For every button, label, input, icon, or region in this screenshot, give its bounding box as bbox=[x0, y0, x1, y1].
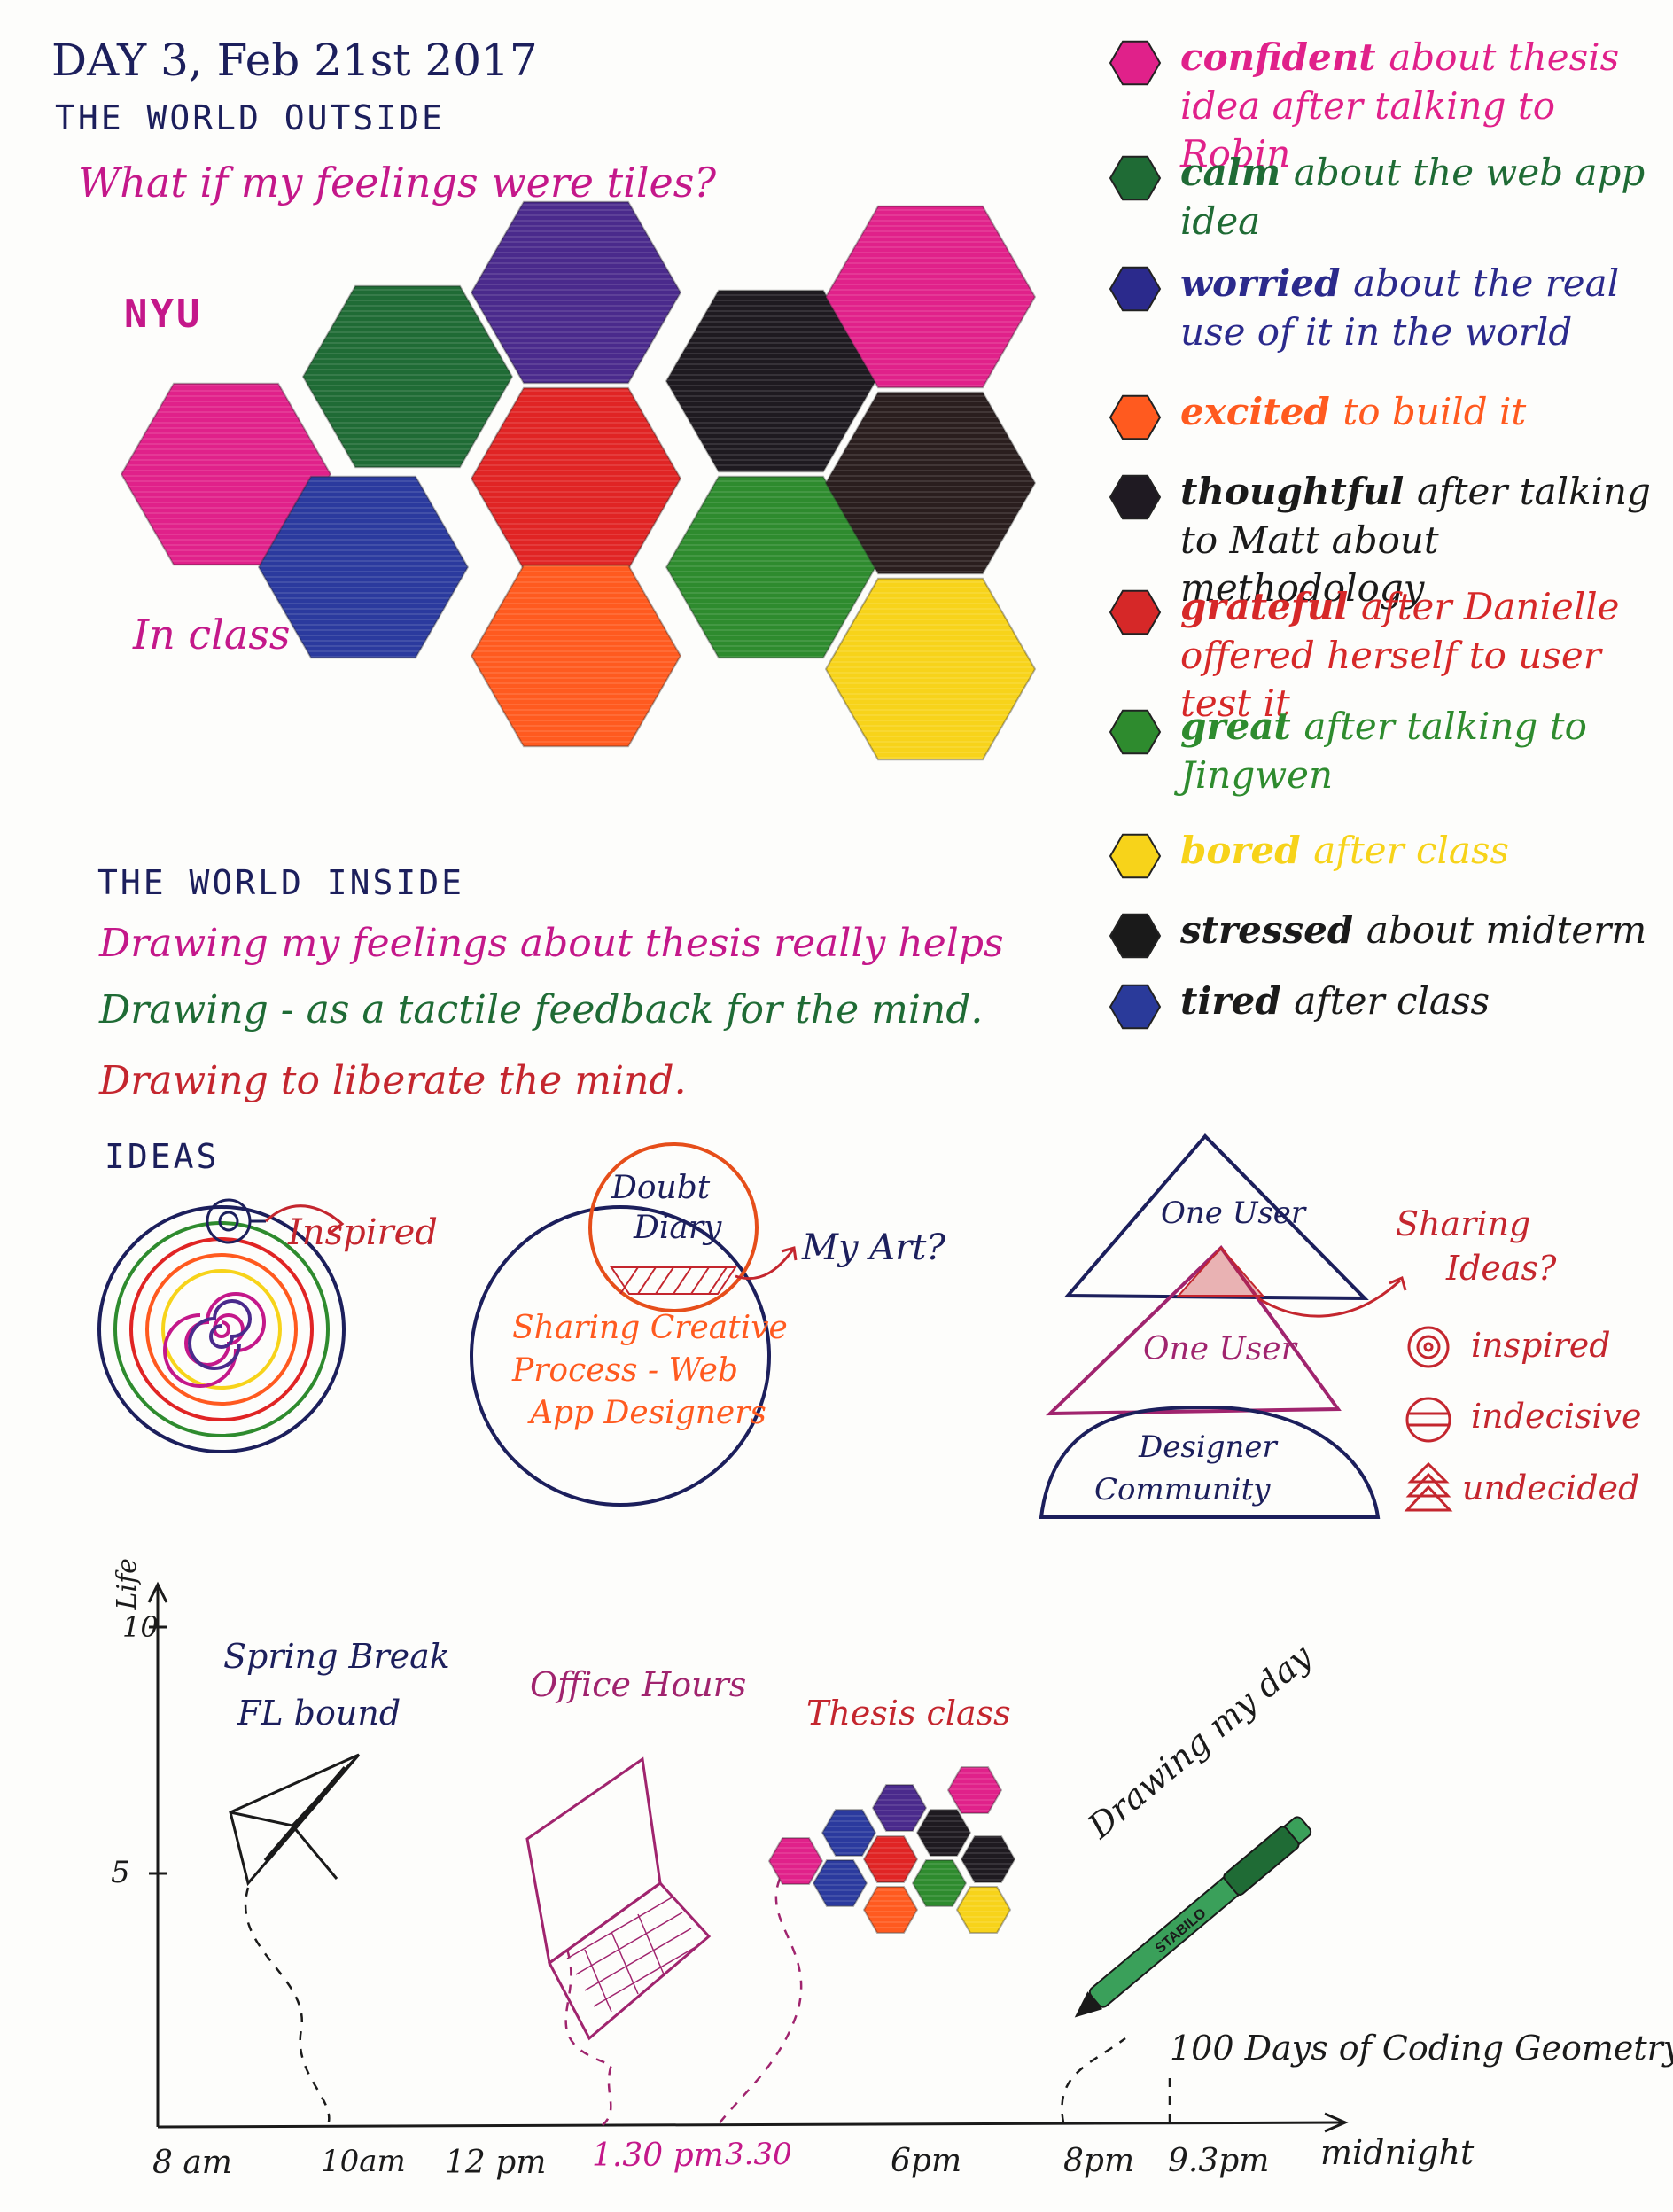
y-axis-label: Life bbox=[111, 1558, 143, 1610]
mini-hex-yellow-texture bbox=[957, 1887, 1010, 1933]
mini-hex-purple-texture bbox=[873, 1785, 926, 1831]
x-tick-8pm: 8pm bbox=[1063, 2143, 1135, 2179]
thesis-class-label: Thesis class bbox=[806, 1694, 1011, 1733]
life-timeline-graph: STABILO bbox=[147, 1581, 1349, 2133]
x-tick-330: 3.30 bbox=[725, 2137, 792, 2172]
mini-hex-green-texture bbox=[913, 1860, 966, 1906]
journal-page: DAY 3, Feb 21st 2017 THE WORLD OUTSIDE W… bbox=[0, 0, 1673, 2212]
x-tick-93pm: 9.3pm bbox=[1168, 2143, 1270, 2179]
paper-plane-icon bbox=[229, 1753, 361, 1887]
y-tick-5: 5 bbox=[111, 1855, 130, 1890]
mini-hex-magenta-top-texture bbox=[948, 1767, 1001, 1813]
x-tick-10am: 10am bbox=[321, 2144, 406, 2179]
mini-hex-blue-top-texture bbox=[822, 1810, 875, 1856]
laptop-icon bbox=[525, 1756, 712, 2041]
x-tick-130pm: 1.30 pm bbox=[592, 2138, 724, 2174]
mini-hex-orange-texture bbox=[864, 1887, 917, 1933]
x-tick-8am: 8 am bbox=[152, 2145, 232, 2181]
mini-hex-blue-texture bbox=[813, 1860, 867, 1906]
y-tick-10: 10 bbox=[122, 1610, 159, 1644]
x-tick-12pm: 12 pm bbox=[445, 2145, 547, 2181]
x-tick-6pm: 6pm bbox=[891, 2143, 962, 2179]
fl-bound-label: FL bound bbox=[237, 1694, 401, 1733]
x-tick-midnight: midnight bbox=[1320, 2133, 1475, 2172]
thesis-class-mini-hexagons bbox=[767, 1766, 1016, 1934]
mini-hex-black-texture bbox=[917, 1810, 970, 1856]
mini-hex-black-right-texture bbox=[961, 1836, 1015, 1882]
pen-icon: STABILO bbox=[1074, 1816, 1312, 2018]
x-axis bbox=[157, 2121, 1343, 2129]
coding-geometry-label: 100 Days of Coding Geometry bbox=[1170, 2029, 1673, 2068]
office-hours-label: Office Hours bbox=[530, 1665, 747, 1704]
mini-hex-magenta-texture bbox=[769, 1838, 822, 1884]
mini-hex-red-texture bbox=[864, 1836, 917, 1882]
spring-break-label: Spring Break bbox=[223, 1637, 450, 1676]
